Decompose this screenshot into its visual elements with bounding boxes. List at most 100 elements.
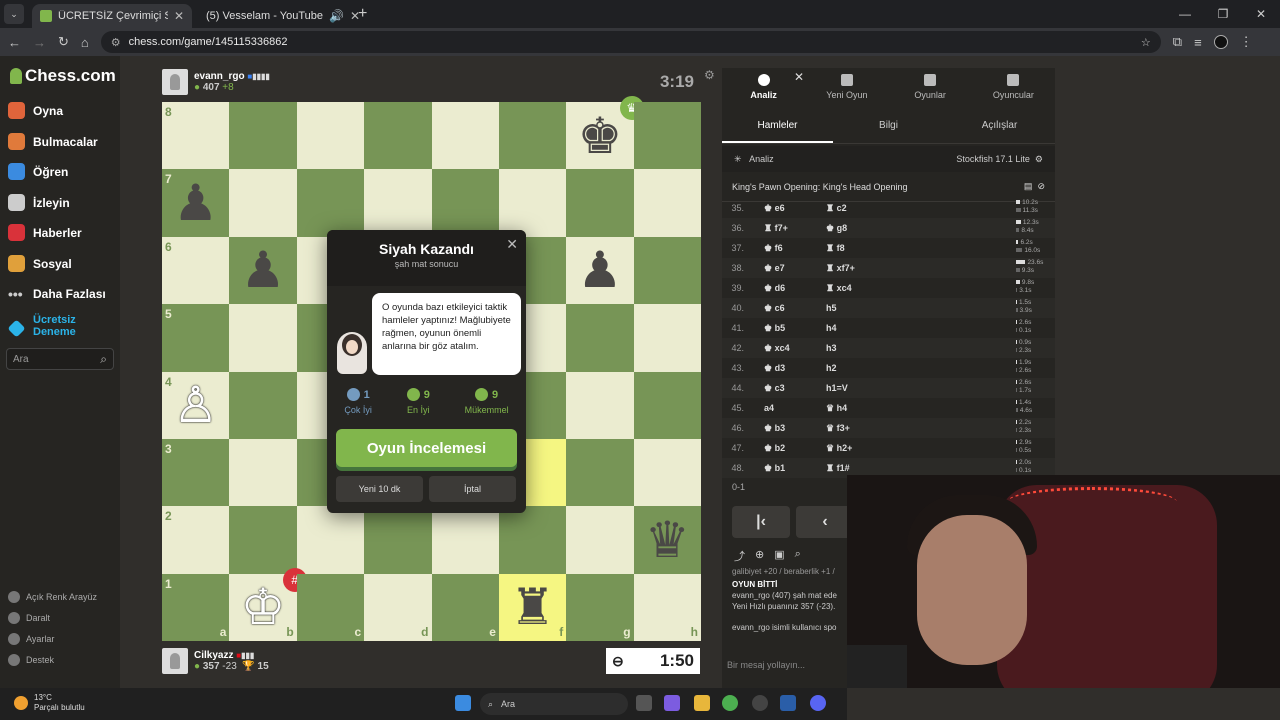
square-g6[interactable]: ♟ — [566, 236, 634, 305]
square-b6[interactable]: ♟ — [229, 236, 297, 305]
square-b1[interactable]: b ♔ # — [229, 567, 307, 641]
white-move[interactable]: ♚ c3 — [752, 383, 814, 394]
black-piece[interactable]: ♟ — [229, 237, 296, 304]
white-move[interactable]: ♜ f7+ — [752, 223, 814, 234]
square-a6[interactable]: 6 — [162, 236, 230, 305]
square-e1[interactable]: e — [431, 573, 499, 641]
avatar[interactable] — [162, 648, 188, 674]
board-settings-gear-icon[interactable]: ⚙ — [704, 68, 715, 82]
square-d8[interactable] — [364, 102, 432, 170]
black-move[interactable]: ♜ xf7+ — [814, 263, 876, 274]
square-a2[interactable]: 2 — [162, 506, 230, 574]
white-move[interactable]: ♚ d3 — [752, 363, 814, 374]
white-move[interactable]: ♚ f6 — [752, 243, 814, 254]
browser-tab-chess[interactable]: ÜCRETSİZ Çevrimiçi Satranç Oy ✕ — [32, 4, 192, 28]
sidebar-collapse[interactable]: Daralt — [8, 612, 50, 624]
audio-icon[interactable]: 🔊 — [329, 9, 344, 23]
square-b4[interactable] — [229, 371, 297, 439]
black-move[interactable]: ♜ xc4 — [814, 283, 876, 294]
address-bar[interactable]: ⚙ chess.com/game/145115336862 ☆ — [100, 31, 1161, 53]
tab-info[interactable]: Bilgi — [833, 108, 944, 143]
top-player-name[interactable]: evann_rgo ■▮▮▮▮ — [194, 71, 270, 82]
cancel-button[interactable]: İptal — [429, 476, 516, 502]
tab-players[interactable]: Oyuncular — [972, 68, 1055, 108]
forward-icon[interactable]: → — [33, 35, 46, 50]
explorer-icon[interactable]: ⊘ — [1037, 181, 1045, 191]
black-move[interactable]: ♛ h2+ — [814, 443, 876, 454]
tab-openings[interactable]: Açılışlar — [944, 108, 1055, 143]
white-move[interactable]: ♚ b3 — [752, 423, 814, 434]
square-g3[interactable] — [566, 438, 634, 507]
square-f1[interactable]: f ♜ — [498, 573, 567, 641]
tab-analysis[interactable]: Analiz — [722, 68, 805, 108]
discord-icon[interactable] — [810, 695, 826, 711]
obs-icon[interactable] — [752, 695, 768, 711]
black-move[interactable]: h5 — [814, 303, 876, 313]
square-c1[interactable]: c — [296, 573, 365, 641]
profile-avatar[interactable] — [1213, 35, 1228, 49]
tab-list-icon[interactable]: ⌄ — [4, 4, 24, 24]
square-b7[interactable] — [229, 169, 297, 237]
new-game-button[interactable]: Yeni 10 dk — [336, 476, 423, 502]
square-b2[interactable] — [229, 506, 297, 574]
square-h4[interactable] — [633, 371, 701, 439]
new-tab-icon[interactable]: + — [358, 5, 367, 23]
square-h7[interactable] — [633, 169, 701, 237]
black-move[interactable]: h1=V — [814, 383, 876, 393]
weather-widget[interactable]: 13°C Parçalı bulutlu — [14, 693, 85, 713]
vscode-icon[interactable] — [780, 695, 796, 711]
book-icon[interactable]: ▤ — [1024, 181, 1033, 191]
square-b5[interactable] — [229, 304, 297, 372]
square-f2[interactable] — [498, 506, 567, 574]
square-a1[interactable]: 1a — [162, 573, 230, 641]
tab-new-game[interactable]: Yeni Oyun — [805, 68, 888, 108]
sidebar-support[interactable]: Destek — [8, 654, 54, 666]
home-icon[interactable]: ⌂ — [81, 35, 89, 50]
sidebar-item-social[interactable]: Sosyal — [8, 255, 72, 272]
white-move[interactable]: ♚ c6 — [752, 303, 814, 314]
square-g2[interactable] — [566, 506, 634, 574]
square-a4[interactable]: 4 ♙ — [162, 371, 230, 439]
bookmark-star-icon[interactable]: ☆ — [1141, 36, 1151, 49]
browser-tab-youtube[interactable]: (5) Vesselam - YouTube 🔊 ✕ — [192, 4, 360, 28]
extensions-icon[interactable]: ⧉ — [1173, 34, 1182, 50]
tab-games[interactable]: Oyunlar — [889, 68, 972, 108]
square-g8[interactable]: ♚ ♛ — [566, 96, 644, 170]
square-g7[interactable] — [566, 169, 634, 237]
sidebar-item-watch[interactable]: İzleyin — [8, 194, 70, 211]
white-move[interactable]: ♚ b1 — [752, 463, 814, 474]
black-piece[interactable]: ♟ — [566, 237, 633, 304]
sidebar-item-more[interactable]: ••• Daha Fazlası — [8, 286, 106, 302]
sidebar-item-puzzles[interactable]: Bulmacalar — [8, 133, 98, 150]
black-piece[interactable]: ♟ — [162, 169, 229, 236]
square-f8[interactable] — [498, 102, 567, 170]
black-move[interactable]: ♜ c2 — [814, 203, 876, 214]
black-move[interactable]: h3 — [814, 343, 876, 353]
add-game-icon[interactable]: ⊕ — [755, 548, 764, 564]
white-move[interactable]: ♚ e6 — [752, 203, 814, 214]
square-b3[interactable] — [229, 438, 297, 507]
reload-icon[interactable]: ↻ — [58, 34, 69, 50]
square-h3[interactable] — [633, 438, 701, 507]
black-move[interactable]: ♛ f3+ — [814, 423, 876, 434]
square-g1[interactable]: g — [566, 573, 634, 641]
media-icon[interactable]: ≡ — [1194, 35, 1202, 50]
sidebar-settings[interactable]: Ayarlar — [8, 633, 54, 645]
square-h5[interactable] — [633, 304, 701, 372]
black-move[interactable]: h4 — [814, 323, 876, 333]
site-info-icon[interactable]: ⚙ — [111, 36, 121, 49]
square-c8[interactable] — [296, 102, 365, 170]
square-d2[interactable] — [364, 506, 432, 574]
engine-settings-gear-icon[interactable]: ⚙ — [1035, 154, 1043, 164]
chrome-icon[interactable] — [722, 695, 738, 711]
white-move[interactable]: ♚ xc4 — [752, 343, 814, 354]
image-export-icon[interactable]: ▣ — [774, 548, 784, 564]
square-h8[interactable] — [633, 102, 701, 170]
square-e8[interactable] — [431, 102, 499, 170]
black-piece[interactable]: ♛ — [634, 506, 701, 573]
square-h2[interactable]: ♛ — [633, 506, 701, 574]
square-c2[interactable] — [296, 506, 365, 574]
avatar[interactable] — [162, 69, 188, 95]
zoom-icon[interactable]: ⌕ — [795, 548, 801, 564]
analysis-toggle[interactable]: ✳ Analiz — [734, 154, 774, 165]
